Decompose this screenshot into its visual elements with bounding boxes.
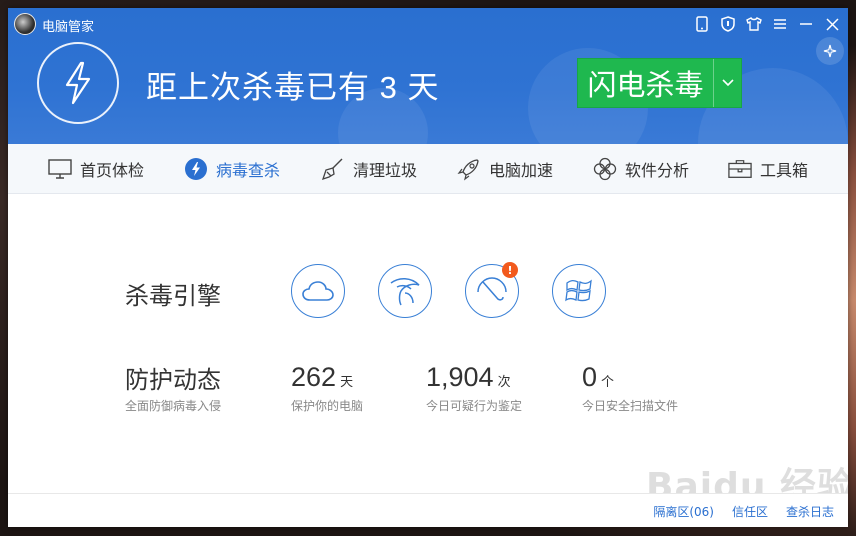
stat-value: 1,904 bbox=[426, 362, 494, 392]
bolt-icon bbox=[184, 157, 208, 181]
tab-virus-scan[interactable]: 病毒查杀 bbox=[184, 144, 280, 194]
main-nav: 首页体检 病毒查杀 清理垃圾 电脑加速 软件分析 工具箱 bbox=[8, 144, 848, 194]
stat-desc: 今日安全扫描文件 bbox=[582, 399, 679, 413]
sparkle-icon[interactable] bbox=[816, 37, 844, 65]
tab-clean-junk[interactable]: 清理垃圾 bbox=[321, 144, 417, 194]
stat-unit: 个 bbox=[601, 375, 615, 390]
tab-toolbox[interactable]: 工具箱 bbox=[728, 144, 808, 194]
minimize-icon[interactable] bbox=[796, 14, 816, 34]
titlebar-controls bbox=[692, 14, 842, 34]
shield-icon[interactable] bbox=[718, 14, 738, 34]
quick-scan-label: 闪电杀毒 bbox=[587, 70, 704, 102]
close-icon[interactable] bbox=[822, 14, 842, 34]
footer-bar: 隔离区(06) 信任区 查杀日志 bbox=[8, 493, 848, 527]
stat-desc: 保护你的电脑 bbox=[291, 399, 364, 413]
protection-section-label: 防护动态 bbox=[125, 367, 221, 394]
tab-label: 首页体检 bbox=[80, 163, 145, 180]
engine-section-label: 杀毒引擎 bbox=[125, 283, 221, 310]
last-scan-headline: 距上次杀毒已有 3 天 bbox=[146, 70, 440, 105]
stat-unit: 次 bbox=[497, 375, 511, 390]
stat-value: 0 bbox=[582, 362, 598, 392]
stat-value: 262 bbox=[291, 362, 337, 392]
menu-icon[interactable] bbox=[770, 14, 790, 34]
header-banner: 电脑管家 距上次杀毒已有 3 天 闪电杀毒 bbox=[8, 8, 848, 144]
protection-sublabel: 全面防御病毒入侵 bbox=[125, 399, 222, 413]
alert-badge-icon: ! bbox=[502, 262, 518, 278]
chevron-down-icon[interactable] bbox=[713, 59, 741, 107]
stat-protected-days: 262 天 保护你的电脑 bbox=[291, 362, 363, 414]
stat-desc: 今日可疑行为鉴定 bbox=[426, 399, 523, 413]
stat-suspicious-checks: 1,904 次 今日可疑行为鉴定 bbox=[426, 362, 522, 414]
phone-icon[interactable] bbox=[692, 14, 712, 34]
tab-label: 病毒查杀 bbox=[216, 163, 281, 180]
eagle-engine-icon[interactable] bbox=[378, 264, 432, 318]
footer-links: 隔离区(06) 信任区 查杀日志 bbox=[653, 503, 834, 520]
windows-engine-icon[interactable] bbox=[552, 264, 606, 318]
skin-shirt-icon[interactable] bbox=[744, 14, 764, 34]
stat-unit: 天 bbox=[340, 375, 354, 390]
tab-label: 电脑加速 bbox=[489, 163, 554, 180]
app-logo-icon bbox=[14, 13, 36, 35]
tab-home-checkup[interactable]: 首页体检 bbox=[48, 144, 144, 194]
app-title: 电脑管家 bbox=[42, 19, 95, 34]
clover-icon bbox=[593, 157, 617, 181]
tab-label: 清理垃圾 bbox=[353, 163, 418, 180]
toolbox-icon bbox=[728, 157, 752, 181]
monitor-icon bbox=[48, 157, 72, 181]
scan-log-link[interactable]: 查杀日志 bbox=[786, 503, 834, 520]
quick-scan-button[interactable]: 闪电杀毒 bbox=[577, 58, 742, 108]
cloud-engine-icon[interactable] bbox=[291, 264, 345, 318]
rocket-icon bbox=[457, 157, 481, 181]
title-bar[interactable]: 电脑管家 bbox=[8, 8, 848, 40]
bolt-circle-icon bbox=[37, 42, 119, 124]
trust-zone-link[interactable]: 信任区 bbox=[732, 503, 768, 520]
quarantine-link[interactable]: 隔离区(06) bbox=[653, 503, 714, 520]
app-window: 电脑管家 距上次杀毒已有 3 天 闪电杀毒 首页体检 病毒查杀 清理垃圾 电脑加… bbox=[8, 8, 848, 527]
tab-software-analysis[interactable]: 软件分析 bbox=[593, 144, 689, 194]
tab-label: 软件分析 bbox=[625, 163, 690, 180]
stat-scanned-files: 0个 今日安全扫描文件 bbox=[582, 362, 678, 414]
tab-speed-up[interactable]: 电脑加速 bbox=[457, 144, 553, 194]
broom-icon bbox=[321, 157, 345, 181]
tab-label: 工具箱 bbox=[760, 163, 809, 180]
